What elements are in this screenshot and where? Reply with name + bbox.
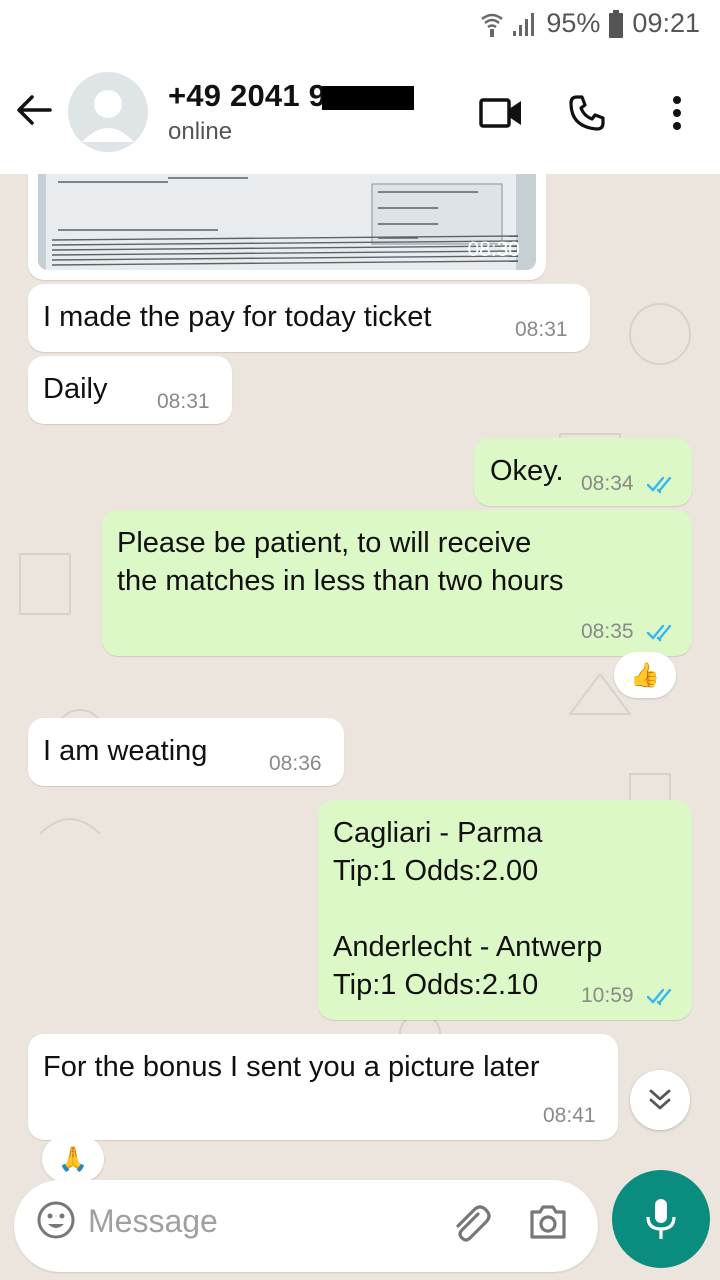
message-composer[interactable] bbox=[14, 1180, 598, 1272]
outgoing-message[interactable]: Cagliari - Parma Tip:1 Odds:2.00 Anderle… bbox=[318, 800, 692, 1020]
message-text: For the bonus I sent you a picture later bbox=[43, 1051, 540, 1083]
message-time: 08:30 bbox=[467, 238, 520, 261]
read-ticks-icon bbox=[646, 624, 672, 642]
outgoing-message[interactable]: Okey. 08:34 bbox=[474, 438, 692, 506]
message-time: 08:34 bbox=[581, 472, 634, 495]
emoji-icon[interactable] bbox=[36, 1200, 76, 1240]
message-text: Okey. bbox=[490, 455, 564, 487]
image-message[interactable]: 08:30 bbox=[28, 174, 546, 280]
chat-header: +49 2041 9 online bbox=[0, 50, 720, 174]
message-text: I am weating bbox=[43, 735, 208, 767]
status-icons: 95% 09:21 bbox=[480, 8, 700, 39]
reaction-thumbs-up[interactable]: 👍 bbox=[614, 652, 676, 698]
redaction-bar bbox=[322, 86, 414, 110]
wifi-icon bbox=[481, 13, 504, 37]
back-arrow-icon[interactable] bbox=[14, 90, 54, 130]
read-ticks-icon bbox=[646, 476, 672, 494]
incoming-message[interactable]: I made the pay for today ticket 08:31 bbox=[28, 284, 590, 352]
signal-icon bbox=[513, 12, 535, 36]
message-text: I made the pay for today ticket bbox=[43, 301, 432, 333]
video-call-icon bbox=[479, 98, 521, 128]
battery-icon bbox=[609, 9, 624, 38]
more-vert-icon bbox=[673, 96, 681, 130]
message-text: Please be patient, to will receive the m… bbox=[117, 527, 564, 597]
default-avatar-icon bbox=[82, 90, 134, 142]
incoming-message[interactable]: Daily 08:31 bbox=[28, 356, 232, 424]
status-bar: 95% 09:21 bbox=[0, 0, 720, 50]
receipt-photo[interactable] bbox=[38, 174, 536, 270]
contact-status: online bbox=[168, 118, 233, 145]
message-text: Cagliari - Parma Tip:1 Odds:2.00 Anderle… bbox=[333, 817, 603, 1001]
message-time: 08:31 bbox=[157, 390, 210, 413]
contact-name[interactable]: +49 2041 9 bbox=[168, 78, 326, 114]
chevron-double-down-icon bbox=[649, 1089, 671, 1110]
battery-percent: 95% bbox=[546, 8, 601, 38]
receipt-image bbox=[38, 174, 536, 270]
phone-icon bbox=[569, 95, 605, 131]
incoming-message[interactable]: I am weating 08:36 bbox=[28, 718, 344, 786]
message-time: 08:41 bbox=[543, 1104, 596, 1127]
voice-call-button[interactable] bbox=[562, 88, 612, 138]
message-input[interactable] bbox=[88, 1198, 418, 1244]
message-text: Daily bbox=[43, 373, 108, 405]
avatar[interactable] bbox=[68, 72, 148, 152]
read-ticks-icon bbox=[646, 988, 672, 1006]
reaction-pray[interactable]: 🙏 bbox=[42, 1136, 104, 1180]
clock: 09:21 bbox=[632, 8, 700, 38]
video-call-button[interactable] bbox=[476, 88, 526, 138]
message-time: 08:36 bbox=[269, 752, 322, 775]
chat-area[interactable]: 08:30 I made the pay for today ticket 08… bbox=[0, 174, 720, 1180]
message-time: 08:35 bbox=[581, 620, 634, 643]
attach-icon[interactable] bbox=[448, 1200, 492, 1244]
message-time: 08:31 bbox=[515, 318, 568, 341]
camera-icon[interactable] bbox=[526, 1200, 570, 1244]
mic-icon bbox=[646, 1199, 676, 1239]
scroll-to-bottom-button[interactable] bbox=[630, 1070, 690, 1130]
outgoing-message[interactable]: Please be patient, to will receive the m… bbox=[102, 510, 692, 656]
voice-message-button[interactable] bbox=[612, 1170, 710, 1268]
compose-bar bbox=[0, 1170, 720, 1280]
message-time: 10:59 bbox=[581, 984, 634, 1007]
incoming-message[interactable]: For the bonus I sent you a picture later… bbox=[28, 1034, 618, 1140]
more-options-button[interactable] bbox=[652, 88, 702, 138]
